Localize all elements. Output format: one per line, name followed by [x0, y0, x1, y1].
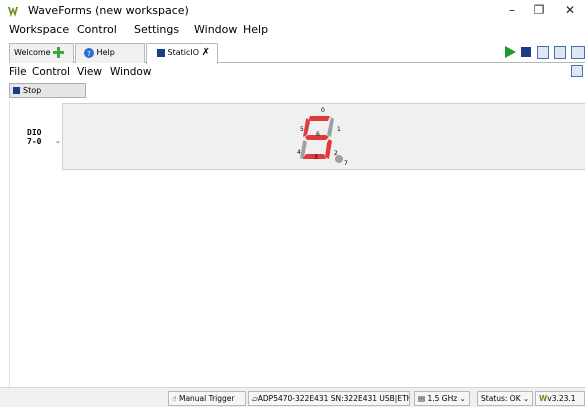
- freq-label: 1.5 GHz: [427, 394, 458, 403]
- dock-icon[interactable]: [537, 46, 549, 59]
- menu-window[interactable]: Window: [194, 23, 237, 36]
- segment-label-4: 4: [297, 149, 301, 156]
- menu-window[interactable]: Window: [110, 66, 151, 78]
- title-bar: WaveForms (new workspace) – ❐ ✕: [0, 0, 585, 24]
- tab-bar: Welcome ? Help StaticIO ✗: [9, 43, 585, 64]
- status-indicator[interactable]: Status: OK ⌄: [477, 391, 533, 406]
- tab-label: Help: [96, 48, 115, 57]
- menu-help[interactable]: Help: [243, 23, 268, 36]
- restore-button[interactable]: ❐: [524, 0, 554, 22]
- tab-staticio[interactable]: StaticIO ✗: [146, 43, 218, 64]
- segment-label-2: 2: [334, 150, 338, 157]
- tab-label: StaticIO: [167, 48, 200, 57]
- close-button[interactable]: ✕: [555, 0, 585, 22]
- close-tab-icon[interactable]: ✗: [202, 47, 210, 58]
- instrument-icon: [157, 48, 165, 57]
- main-menubar: Workspace Control Settings Window Help: [0, 22, 585, 40]
- menu-workspace[interactable]: Workspace: [9, 23, 69, 36]
- segment-label-5: 5: [300, 126, 304, 133]
- stop-button[interactable]: Stop: [9, 83, 86, 98]
- segment-5[interactable]: [303, 118, 310, 137]
- menu-control[interactable]: Control: [77, 23, 117, 36]
- device-selector[interactable]: ▱ADP5470-322E431 SN:322E431 USB|ETH: [248, 391, 410, 406]
- segment-label-1: 1: [337, 126, 341, 133]
- menu-view[interactable]: View: [77, 66, 102, 78]
- settings-icon[interactable]: [571, 46, 585, 59]
- version-label: v3.23.1: [547, 394, 576, 403]
- menu-control[interactable]: Control: [32, 66, 70, 78]
- dio-label-line1: DIO: [27, 128, 42, 137]
- status-bar: ☝ Manual Trigger ▱ADP5470-322E431 SN:322…: [0, 387, 585, 407]
- detach-icon[interactable]: [571, 65, 583, 77]
- run-icon[interactable]: [505, 46, 516, 58]
- segment-label-0: 0: [321, 107, 325, 114]
- status-label: Status: OK: [481, 394, 521, 403]
- plus-icon: [53, 47, 65, 58]
- split-icon[interactable]: [554, 46, 566, 59]
- menu-settings[interactable]: Settings: [134, 23, 179, 36]
- segment-0[interactable]: [308, 116, 330, 121]
- clock-icon: ▤: [418, 394, 426, 403]
- segment-2[interactable]: [325, 139, 332, 159]
- tab-label: Welcome: [14, 48, 51, 57]
- help-icon: ?: [84, 47, 94, 58]
- tab-welcome[interactable]: Welcome: [9, 43, 74, 63]
- tab-help[interactable]: ? Help: [75, 43, 145, 63]
- version-badge[interactable]: Wv3.23.1: [535, 391, 585, 406]
- stop-square-icon: [13, 87, 20, 94]
- dio-label: DIO 7-0: [27, 128, 41, 146]
- frequency-selector[interactable]: ▤ 1.5 GHz ⌄: [414, 391, 470, 406]
- stop-icon[interactable]: [521, 47, 531, 57]
- window-title: WaveForms (new workspace): [28, 4, 189, 17]
- device-label: ADP5470-322E431 SN:322E431 USB|ETH: [257, 394, 410, 403]
- dio-label-line2: 7-0: [27, 137, 42, 146]
- minimize-button[interactable]: –: [497, 0, 527, 22]
- svg-text:?: ?: [87, 50, 91, 58]
- dio-dropdown-icon[interactable]: ⌄: [55, 137, 61, 145]
- stop-label: Stop: [23, 86, 42, 95]
- instrument-menubar: File Control View Window: [9, 65, 585, 81]
- trigger-label: Manual Trigger: [178, 394, 235, 403]
- hand-icon: ☝: [172, 394, 177, 403]
- segment-label-3: 3: [314, 154, 318, 161]
- menu-file[interactable]: File: [9, 66, 27, 78]
- seven-segment-display[interactable]: 0 1 2 3 4 5 6 7: [296, 104, 356, 170]
- waveforms-logo-icon: [8, 7, 18, 17]
- segment-label-7: 7: [344, 160, 348, 167]
- manual-trigger-button[interactable]: ☝ Manual Trigger: [168, 391, 246, 406]
- segment-label-6: 6: [316, 131, 320, 138]
